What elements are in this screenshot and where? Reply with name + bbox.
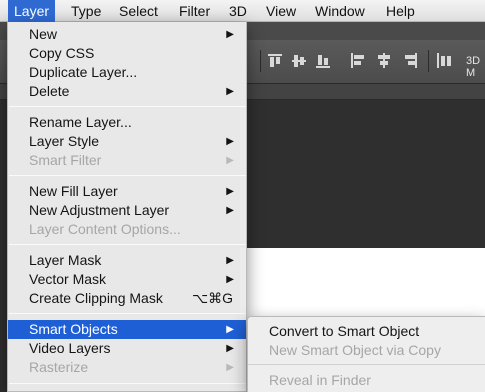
menu-item-layer-style[interactable]: Layer Style ▶ xyxy=(8,132,246,151)
menu-item-copy-css[interactable]: Copy CSS xyxy=(8,44,246,63)
menu-separator xyxy=(9,313,246,314)
menu-item-label: Create Clipping Mask xyxy=(29,290,163,306)
3d-mode-label[interactable]: 3D M xyxy=(466,55,485,79)
menu-layer[interactable]: Layer xyxy=(8,0,56,22)
submenu-arrow-icon: ▶ xyxy=(226,255,234,266)
submenu-item-convert-to-smart-object[interactable]: Convert to Smart Object xyxy=(248,321,485,341)
smart-objects-submenu: Convert to Smart Object New Smart Object… xyxy=(247,316,485,392)
submenu-arrow-icon: ▶ xyxy=(226,274,234,285)
submenu-arrow-icon: ▶ xyxy=(226,362,234,373)
menu-item-new-fill-layer[interactable]: New Fill Layer ▶ xyxy=(8,182,246,201)
menu-item-label: Layer Style xyxy=(29,133,100,149)
menu-item-label: Video Layers xyxy=(29,340,111,356)
submenu-arrow-icon: ▶ xyxy=(226,29,234,40)
align-top-edges-icon[interactable] xyxy=(268,52,284,70)
menu-item-label: Delete xyxy=(29,83,70,99)
options-separator xyxy=(260,50,261,72)
menu-item-new-adjustment-layer[interactable]: New Adjustment Layer ▶ xyxy=(8,201,246,220)
menu-separator xyxy=(248,364,485,365)
menu-separator xyxy=(9,383,246,384)
menu-item-smart-filter: Smart Filter ▶ xyxy=(8,151,246,170)
menu-item-label: Smart Filter xyxy=(29,152,102,168)
menu-item-label: Copy CSS xyxy=(29,45,95,61)
menu-filter[interactable]: Filter xyxy=(173,0,216,22)
menu-item-label: Duplicate Layer... xyxy=(29,64,138,80)
submenu-arrow-icon: ▶ xyxy=(226,186,234,197)
menu-item-rasterize: Rasterize ▶ xyxy=(8,358,246,377)
submenu-arrow-icon: ▶ xyxy=(226,205,234,216)
menu-item-create-clipping-mask[interactable]: Create Clipping Mask ⌥⌘G xyxy=(8,289,246,308)
menu-item-vector-mask[interactable]: Vector Mask ▶ xyxy=(8,270,246,289)
menu-help[interactable]: Help xyxy=(380,0,421,22)
menu-item-rename-layer[interactable]: Rename Layer... xyxy=(8,113,246,132)
menu-type[interactable]: Type xyxy=(65,0,107,22)
submenu-item-new-smart-object-via-copy: New Smart Object via Copy xyxy=(269,342,441,358)
menu-3d[interactable]: 3D xyxy=(223,0,253,22)
align-right-edges-icon[interactable] xyxy=(402,52,418,70)
menu-item-label: Smart Objects xyxy=(29,321,118,337)
menu-select[interactable]: Select xyxy=(113,0,164,22)
submenu-arrow-icon: ▶ xyxy=(226,136,234,147)
menu-item-layer-mask[interactable]: Layer Mask ▶ xyxy=(8,251,246,270)
layer-menu: New ▶ Copy CSS Duplicate Layer... Delete ▶… xyxy=(7,22,247,392)
menu-separator xyxy=(9,175,246,176)
submenu-arrow-icon: ▶ xyxy=(226,324,234,335)
menu-item-smart-objects[interactable]: Smart Objects ▶ xyxy=(8,320,246,339)
submenu-arrow-icon: ▶ xyxy=(226,155,234,166)
distribute-icon[interactable] xyxy=(436,52,452,70)
shortcut-label: ⌥⌘G xyxy=(191,290,233,306)
menu-window[interactable]: Window xyxy=(309,0,371,22)
menu-item-video-layers[interactable]: Video Layers ▶ xyxy=(8,339,246,358)
align-bottom-edges-icon[interactable] xyxy=(316,52,332,70)
menu-item-delete[interactable]: Delete ▶ xyxy=(8,82,246,101)
options-separator xyxy=(428,50,429,72)
menu-item-label: New Fill Layer xyxy=(29,183,118,199)
menu-item-label: Rename Layer... xyxy=(29,114,132,130)
menu-item-label: Layer Mask xyxy=(29,252,102,268)
menu-item-label: Vector Mask xyxy=(29,271,107,287)
menu-bar: Layer Type Select Filter 3D View Window … xyxy=(0,0,485,22)
menu-separator xyxy=(9,106,246,107)
menu-item-layer-content-options: Layer Content Options... xyxy=(8,220,246,239)
align-horizontal-centers-icon[interactable] xyxy=(376,52,392,70)
menu-separator xyxy=(9,244,246,245)
align-vertical-centers-icon[interactable] xyxy=(292,52,308,70)
menu-item-label: Rasterize xyxy=(29,359,89,375)
menu-item-new[interactable]: New ▶ xyxy=(8,25,246,44)
menu-item-label: New xyxy=(29,26,58,42)
align-left-edges-icon[interactable] xyxy=(350,52,366,70)
submenu-arrow-icon: ▶ xyxy=(226,86,234,97)
menu-item-duplicate-layer[interactable]: Duplicate Layer... xyxy=(8,63,246,82)
menu-item-label: Layer Content Options... xyxy=(29,221,181,237)
submenu-item-reveal-in-finder: Reveal in Finder xyxy=(269,372,371,388)
submenu-arrow-icon: ▶ xyxy=(226,343,234,354)
menu-item-label: New Adjustment Layer xyxy=(29,202,170,218)
menu-view[interactable]: View xyxy=(260,0,302,22)
